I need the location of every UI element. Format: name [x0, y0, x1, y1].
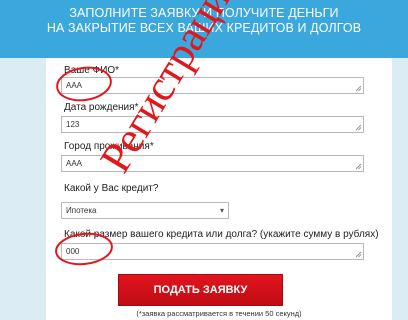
dob-field-value: 123: [66, 120, 80, 129]
resize-grip-icon[interactable]: [355, 163, 362, 170]
chevron-down-icon: ▾: [219, 206, 224, 215]
credit-type-label-text: Какой у Вас кредит?: [64, 183, 159, 194]
amount-field-value: 000: [66, 247, 80, 256]
resize-grip-icon[interactable]: [355, 85, 362, 92]
credit-type-select[interactable]: Ипотека ▾: [61, 202, 229, 219]
amount-field[interactable]: 000: [61, 243, 364, 260]
fio-label-text: Ваше ФИО: [64, 65, 116, 76]
credit-type-value: Ипотека: [66, 206, 97, 215]
city-field-value: ААА: [66, 159, 83, 168]
resize-grip-icon[interactable]: [355, 251, 362, 258]
resize-grip-icon[interactable]: [355, 124, 362, 131]
left-background: [0, 58, 46, 320]
submit-note: (*заявка рассматривается в течении 50 се…: [136, 309, 302, 318]
submit-button[interactable]: ПОДАТЬ ЗАЯВКУ: [118, 274, 283, 306]
right-background: [392, 58, 408, 320]
amount-label-text: Какой размер вашего кредита или долга? (…: [64, 229, 379, 240]
credit-type-label: Какой у Вас кредит?: [64, 183, 158, 194]
required-asterisk: *: [115, 65, 120, 76]
fio-field[interactable]: ААА: [61, 77, 364, 94]
fio-field-value: ААА: [66, 81, 83, 90]
fio-label: Ваше ФИО*: [64, 65, 119, 76]
amount-label: Какой размер вашего кредита или долга? (…: [64, 229, 379, 240]
